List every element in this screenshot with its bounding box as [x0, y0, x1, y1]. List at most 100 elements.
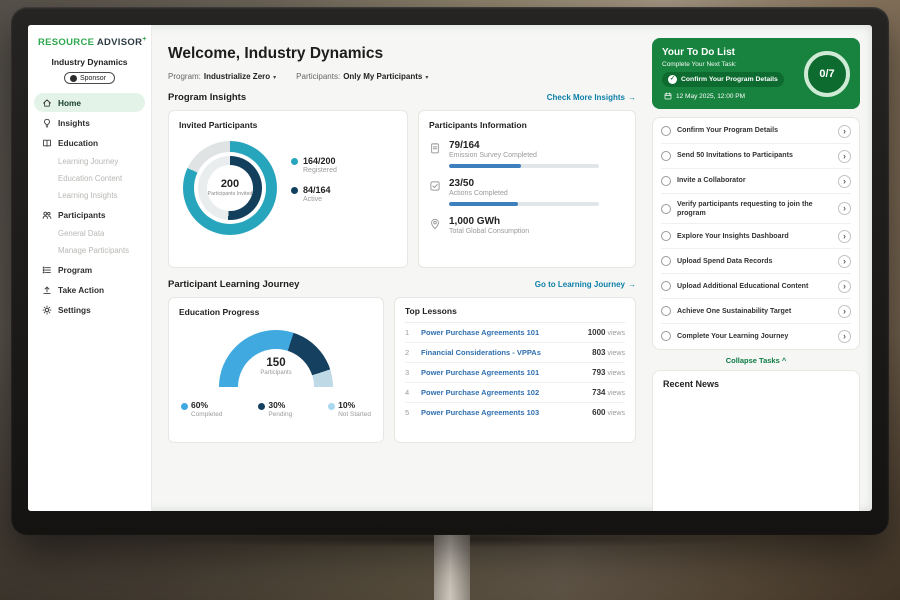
task-checkbox[interactable]: [661, 126, 671, 136]
lesson-link[interactable]: Power Purchase Agreements 102: [421, 388, 585, 397]
invited-legend: 164/200 Registered 84/164 Active: [291, 156, 337, 235]
chevron-right-icon[interactable]: ›: [838, 330, 851, 343]
task-row-sustainability-target[interactable]: Achieve One Sustainability Target ›: [661, 299, 851, 324]
learning-cards-row: Education Progress 150 Participants 60% …: [168, 297, 636, 443]
sidebar-item-manage-participants[interactable]: Manage Participants: [34, 242, 145, 259]
lesson-row: 1 Power Purchase Agreements 101 1000view…: [405, 323, 625, 343]
sidebar-item-label: Participants: [58, 210, 106, 220]
sidebar-item-insights[interactable]: Insights: [34, 113, 145, 132]
list-icon: [42, 265, 52, 275]
todo-progress-value: 0/7: [819, 68, 834, 80]
gauge-center-value: 150: [219, 357, 333, 369]
next-task-pill[interactable]: ✓ Confirm Your Program Details: [662, 72, 784, 87]
chevron-right-icon[interactable]: ›: [838, 125, 851, 138]
collapse-tasks-button[interactable]: Collapse Tasks ^: [652, 350, 860, 370]
org-name: Industry Dynamics: [28, 57, 151, 67]
participants-dropdown[interactable]: Participants:Only My Participants▾: [296, 72, 428, 81]
lesson-link[interactable]: Power Purchase Agreements 101: [421, 328, 581, 337]
sidebar: RESOURCE ADVISOR+ Industry Dynamics Spon…: [28, 25, 152, 511]
metric-label: Total Global Consumption: [449, 228, 529, 235]
sidebar-item-learning-journey[interactable]: Learning Journey: [34, 153, 145, 170]
lesson-views: 1000views: [588, 328, 625, 337]
task-row-upload-educational-content[interactable]: Upload Additional Educational Content ›: [661, 274, 851, 299]
recent-news-title: Recent News: [663, 379, 719, 389]
lesson-views: 793views: [592, 368, 625, 377]
task-row-verify-participants[interactable]: Verify participants requesting to join t…: [661, 194, 851, 224]
sidebar-item-label: Education: [58, 138, 98, 148]
task-checkbox[interactable]: [661, 281, 671, 291]
sidebar-item-take-action[interactable]: Take Action: [34, 280, 145, 299]
chevron-right-icon[interactable]: ›: [838, 280, 851, 293]
legend-item-active: 84/164 Active: [291, 185, 337, 203]
lesson-views: 600views: [592, 408, 625, 417]
check-more-insights-link[interactable]: Check More Insights→: [547, 93, 636, 102]
sidebar-item-education-content[interactable]: Education Content: [34, 170, 145, 187]
upload-arrow-icon: [42, 285, 52, 295]
sponsor-badge[interactable]: Sponsor: [64, 72, 115, 84]
chevron-right-icon[interactable]: ›: [838, 150, 851, 163]
task-row-explore-insights[interactable]: Explore Your Insights Dashboard ›: [661, 224, 851, 249]
task-checkbox[interactable]: [661, 306, 671, 316]
monitor-stand: [434, 534, 470, 600]
todo-panel: Your To Do List Complete Your Next Task:…: [650, 25, 872, 511]
actions-progress-bar: [449, 202, 599, 206]
monitor-frame: RESOURCE ADVISOR+ Industry Dynamics Spon…: [11, 7, 889, 535]
sidebar-item-learning-insights[interactable]: Learning Insights: [34, 187, 145, 204]
task-checkbox[interactable]: [661, 331, 671, 341]
sidebar-item-program[interactable]: Program: [34, 260, 145, 279]
todo-progress-ring: 0/7: [804, 51, 850, 97]
todo-title: Your To Do List: [662, 47, 796, 58]
task-label: Explore Your Insights Dashboard: [677, 232, 832, 241]
task-checkbox[interactable]: [661, 176, 671, 186]
gauge-center-label: Participants: [219, 370, 333, 376]
sidebar-item-label: Insights: [58, 118, 90, 128]
lesson-link[interactable]: Financial Considerations - VPPAs: [421, 348, 585, 357]
chevron-right-icon[interactable]: ›: [838, 255, 851, 268]
legend-label: Not Started: [338, 411, 371, 418]
task-row-invite-collaborator[interactable]: Invite a Collaborator ›: [661, 169, 851, 194]
task-label: Upload Spend Data Records: [677, 257, 832, 266]
sidebar-item-settings[interactable]: Settings: [34, 300, 145, 319]
legend-label: Pending: [268, 411, 292, 418]
donut-center-label: Participants Invited: [208, 191, 253, 198]
task-checkbox[interactable]: [661, 151, 671, 161]
lesson-rank: 4: [405, 388, 414, 397]
donut-center-value: 200: [221, 178, 239, 190]
lesson-rank: 1: [405, 328, 414, 337]
legend-dot: [258, 403, 265, 410]
chevron-right-icon[interactable]: ›: [838, 202, 851, 215]
task-row-complete-learning-journey[interactable]: Complete Your Learning Journey ›: [661, 324, 851, 348]
sidebar-item-general-data[interactable]: General Data: [34, 225, 145, 242]
legend-label: Active: [303, 196, 331, 203]
chevron-right-icon[interactable]: ›: [838, 305, 851, 318]
task-row-send-invitations[interactable]: Send 50 Invitations to Participants ›: [661, 144, 851, 169]
task-row-confirm-program[interactable]: Confirm Your Program Details ›: [661, 119, 851, 144]
sidebar-item-participants[interactable]: Participants: [34, 205, 145, 224]
legend-label: Completed: [191, 411, 222, 418]
legend-dot: [291, 158, 298, 165]
task-list: Confirm Your Program Details › Send 50 I…: [652, 117, 860, 350]
task-checkbox[interactable]: [661, 204, 671, 214]
program-label: Program:: [168, 72, 201, 81]
participants-value: Only My Participants: [343, 72, 422, 81]
metric-label: Emission Survey Completed: [449, 152, 599, 159]
card-title: Top Lessons: [405, 306, 625, 323]
sidebar-item-education[interactable]: Education: [34, 133, 145, 152]
lesson-row: 4 Power Purchase Agreements 102 734views: [405, 383, 625, 403]
lesson-rank: 3: [405, 368, 414, 377]
task-label: Achieve One Sustainability Target: [677, 307, 832, 316]
task-checkbox[interactable]: [661, 256, 671, 266]
education-gauge-chart: 150 Participants: [219, 330, 333, 387]
sidebar-item-label: Take Action: [58, 285, 104, 295]
lesson-link[interactable]: Power Purchase Agreements 103: [421, 408, 585, 417]
program-dropdown[interactable]: Program:Industrialize Zero▾: [168, 72, 276, 81]
go-to-learning-journey-link[interactable]: Go to Learning Journey→: [535, 280, 636, 289]
task-checkbox[interactable]: [661, 231, 671, 241]
task-row-upload-spend-data[interactable]: Upload Spend Data Records ›: [661, 249, 851, 274]
sidebar-item-home[interactable]: Home: [34, 93, 145, 112]
lesson-link[interactable]: Power Purchase Agreements 101: [421, 368, 585, 377]
card-title: Invited Participants: [179, 120, 397, 130]
emission-progress-bar: [449, 164, 599, 168]
chevron-right-icon[interactable]: ›: [838, 175, 851, 188]
chevron-right-icon[interactable]: ›: [838, 230, 851, 243]
